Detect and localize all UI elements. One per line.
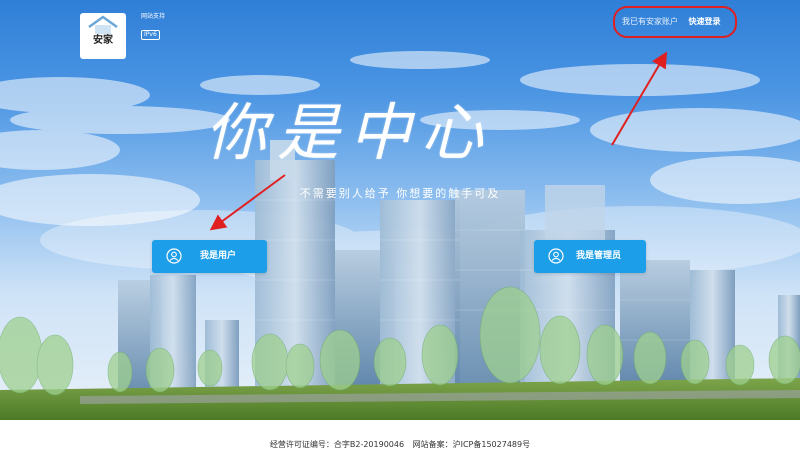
footer-info: 经营许可证编号：合字B2-20190046 网站备案：沪ICP备15027489… — [0, 440, 800, 450]
headline-text: 你是中心 — [205, 96, 494, 169]
admin-role-button[interactable]: 我是管理员 — [534, 240, 646, 273]
house-icon — [88, 15, 118, 34]
ipv6-support: 网站支持 IPv6 — [141, 13, 165, 40]
user-icon — [166, 248, 182, 264]
brand-name: 安家 — [93, 35, 113, 46]
user-role-button[interactable]: 我是用户 — [152, 240, 267, 273]
headline: 你是中心 — [205, 90, 615, 190]
hero-banner: 安家 网站支持 IPv6 我已有安家账户 快速登录 你是中心 不需要别人给予 你… — [0, 0, 800, 420]
brand-logo[interactable]: 安家 — [80, 13, 126, 59]
login-highlight-annotation — [613, 6, 737, 38]
ipv6-label: 网站支持 — [141, 13, 166, 20]
user-role-label: 我是用户 — [200, 251, 237, 261]
admin-user-icon — [548, 248, 564, 264]
ipv6-badge: IPv6 — [141, 30, 160, 40]
license-number: 经营许可证编号：合字B2-20190046 — [269, 440, 405, 449]
admin-role-label: 我是管理员 — [576, 251, 622, 261]
icp-record: 网站备案：沪ICP备15027489号 — [412, 440, 531, 449]
slogan: 不需要别人给予 你想要的触手可及 — [299, 187, 501, 200]
footer: 经营许可证编号：合字B2-20190046 网站备案：沪ICP备15027489… — [0, 420, 800, 467]
